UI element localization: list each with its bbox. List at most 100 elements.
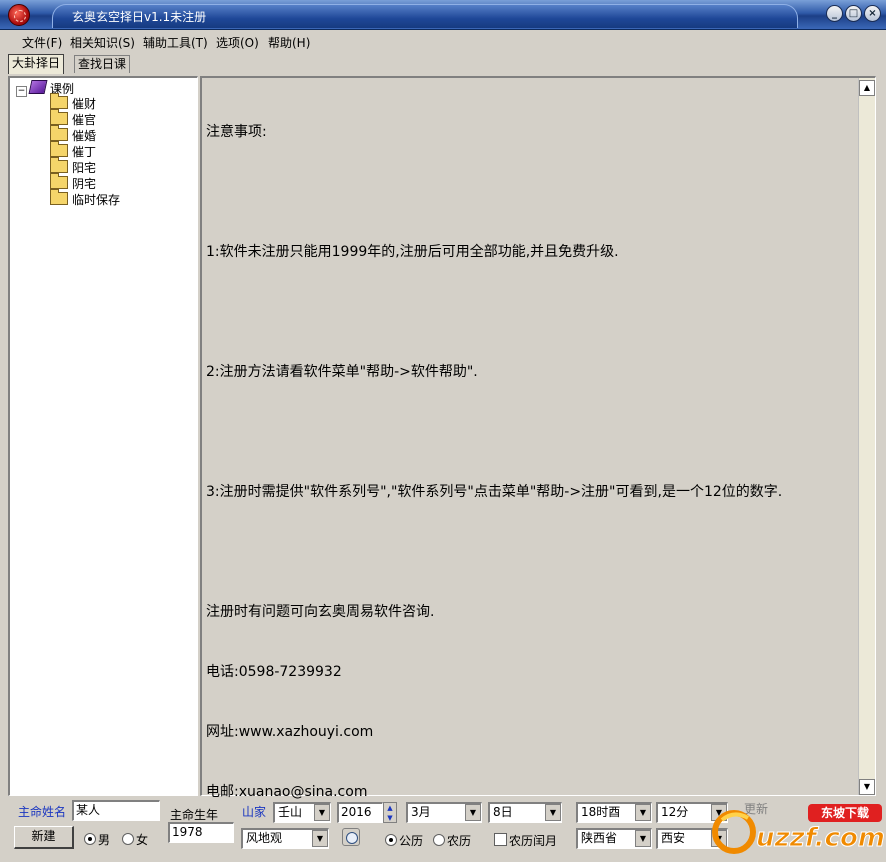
- chevron-down-icon[interactable]: ▼: [312, 830, 328, 847]
- notice-line: 2:注册方法请看软件菜单"帮助->软件帮助".: [206, 364, 478, 380]
- spin-down-icon[interactable]: ▼: [384, 813, 396, 823]
- minimize-button[interactable]: _: [826, 5, 843, 22]
- notice-panel[interactable]: 注意事项: 1:软件未注册只能用1999年的,注册后可用全部功能,并且免费升级.…: [200, 76, 876, 800]
- new-button[interactable]: 新建: [14, 826, 74, 849]
- watermark-tagline: 东坡下载: [821, 805, 869, 820]
- chevron-down-icon[interactable]: ▼: [635, 830, 651, 847]
- radio-icon[interactable]: [122, 833, 134, 845]
- leap-month-label: 农历闰月: [509, 834, 558, 848]
- gender-male-label: 男: [98, 833, 111, 847]
- chevron-down-icon[interactable]: ▼: [314, 804, 330, 821]
- folder-icon: [50, 125, 68, 141]
- spin-up-icon[interactable]: ▲: [384, 803, 396, 813]
- tree-item-label: 催官: [72, 113, 97, 127]
- menu-tools[interactable]: 辅助工具(T): [143, 34, 208, 51]
- notice-text: 注意事项: 1:软件未注册只能用1999年的,注册后可用全部功能,并且免费升级.…: [206, 82, 858, 842]
- menu-file[interactable]: 文件(F): [22, 34, 62, 51]
- name-label: 主命姓名: [18, 805, 67, 819]
- folder-icon: [50, 109, 68, 125]
- notice-line: [206, 542, 858, 562]
- tab-find-rike[interactable]: 查找日课: [74, 55, 131, 73]
- province-select[interactable]: 陕西省 ▼: [576, 828, 652, 849]
- calendar-icon[interactable]: [342, 828, 360, 846]
- maximize-button[interactable]: □: [845, 5, 862, 22]
- cal-lunar-radio[interactable]: 农历: [433, 832, 471, 849]
- mountain-value: 壬山: [278, 805, 303, 819]
- watermark-logo: 东坡下载 uzzf.com: [708, 800, 885, 856]
- close-button[interactable]: ×: [864, 5, 881, 22]
- tab-dagua-zeri[interactable]: 大卦择日: [8, 54, 65, 74]
- gender-female-label: 女: [136, 833, 149, 847]
- day-select[interactable]: 8日 ▼: [488, 802, 562, 823]
- province-value: 陕西省: [581, 831, 618, 845]
- folder-icon: [50, 173, 68, 189]
- uzzf-logo-icon: 东坡下载 uzzf.com: [712, 804, 885, 854]
- title-bar[interactable]: 玄奥玄空择日v1.1未注册 _ □ ×: [0, 0, 886, 30]
- notice-line: 注意事项:: [206, 124, 267, 140]
- radio-icon[interactable]: [433, 834, 445, 846]
- folder-icon: [50, 93, 68, 109]
- hour-select[interactable]: 18时酉 ▼: [576, 802, 652, 823]
- window-title: 玄奥玄空择日v1.1未注册: [72, 10, 207, 24]
- tree-item-label: 阴宅: [72, 177, 97, 191]
- radio-checked-icon[interactable]: [84, 833, 96, 845]
- chevron-down-icon[interactable]: ▼: [465, 804, 481, 821]
- notice-line: 电邮:xuanao@sina.com: [206, 784, 368, 800]
- radio-checked-icon[interactable]: [385, 834, 397, 846]
- day-value: 8日: [493, 805, 513, 819]
- mountain-label: 山家: [242, 805, 267, 819]
- watermark-text: uzzf.com: [756, 823, 884, 853]
- name-input[interactable]: 某人: [72, 800, 160, 821]
- tree-item[interactable]: 临时保存: [50, 189, 121, 208]
- vertical-scrollbar[interactable]: ▲ ▼: [858, 78, 875, 795]
- folder-icon: [50, 141, 68, 157]
- tree-item-label: 阳宅: [72, 161, 97, 175]
- style-value: 风地观: [246, 831, 283, 845]
- leap-month-checkbox[interactable]: 农历闰月: [494, 832, 557, 849]
- birth-year-label: 主命生年: [170, 808, 219, 822]
- notice-line: [206, 182, 858, 202]
- cal-solar-label: 公历: [399, 834, 424, 848]
- book-icon: [28, 80, 48, 94]
- tree-item-label: 催丁: [72, 145, 97, 159]
- app-icon[interactable]: [8, 4, 30, 26]
- tree-root[interactable]: − 课例: [16, 80, 74, 97]
- case-tree[interactable]: − 课例 催财 催官 催婚 催丁 阳宅 阴宅 临时保存: [8, 76, 198, 796]
- chevron-down-icon[interactable]: ▼: [545, 804, 561, 821]
- style-select[interactable]: 风地观 ▼: [241, 828, 329, 849]
- year-spinner[interactable]: ▲ ▼: [383, 802, 397, 823]
- minute-value: 12分: [661, 805, 689, 819]
- tree-item-label: 临时保存: [72, 193, 121, 207]
- cal-solar-radio[interactable]: 公历: [385, 832, 423, 849]
- birth-year-input[interactable]: 1978: [168, 822, 234, 843]
- menu-bar: 文件(F) 相关知识(S) 辅助工具(T) 选项(O) 帮助(H): [0, 30, 886, 52]
- gender-female-radio[interactable]: 女: [122, 831, 148, 848]
- tree-item-label: 催财: [72, 97, 97, 111]
- notice-line: 1:软件未注册只能用1999年的,注册后可用全部功能,并且免费升级.: [206, 244, 619, 260]
- scroll-up-icon[interactable]: ▲: [859, 80, 875, 96]
- chevron-down-icon[interactable]: ▼: [635, 804, 651, 821]
- month-select[interactable]: 3月 ▼: [406, 802, 482, 823]
- month-value: 3月: [411, 805, 431, 819]
- year-input[interactable]: 2016: [337, 802, 383, 823]
- scroll-down-icon[interactable]: ▼: [859, 779, 875, 795]
- menu-help[interactable]: 帮助(H): [268, 34, 310, 51]
- collapse-icon[interactable]: −: [16, 86, 27, 97]
- city-value: 西安: [661, 831, 686, 845]
- tree-item-label: 催婚: [72, 129, 97, 143]
- notice-line: 注册时有问题可向玄奥周易软件咨询.: [206, 604, 435, 620]
- folder-icon: [50, 157, 68, 173]
- mountain-select[interactable]: 壬山 ▼: [273, 802, 331, 823]
- menu-knowledge[interactable]: 相关知识(S): [70, 34, 135, 51]
- notice-line: 3:注册时需提供"软件系列号","软件系列号"点击菜单"帮助->注册"可看到,是…: [206, 484, 783, 500]
- menu-options[interactable]: 选项(O): [216, 34, 259, 51]
- notice-line: 网址:www.xazhouyi.com: [206, 724, 374, 740]
- gender-male-radio[interactable]: 男: [84, 831, 110, 848]
- notice-line: [206, 422, 858, 442]
- checkbox-icon[interactable]: [494, 833, 507, 846]
- notice-line: 电话:0598-7239932: [206, 664, 342, 680]
- notice-line: [206, 302, 858, 322]
- hour-value: 18时酉: [581, 805, 621, 819]
- folder-icon: [50, 189, 68, 205]
- cal-lunar-label: 农历: [447, 834, 472, 848]
